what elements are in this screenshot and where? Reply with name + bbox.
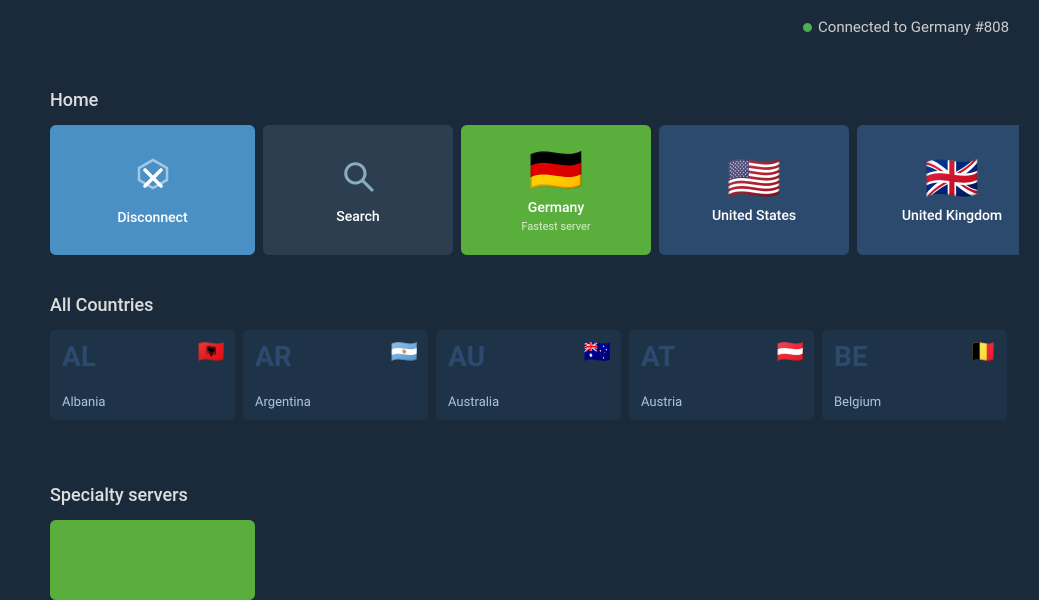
australia-code: AU	[448, 340, 485, 373]
home-section: Home Disconnect Search	[50, 90, 1019, 255]
specialty-section: Specialty servers	[50, 485, 1019, 600]
disconnect-icon	[129, 154, 177, 202]
specialty-card[interactable]	[50, 520, 255, 600]
belgium-flag: 🇧🇪	[970, 340, 997, 365]
home-cards: Disconnect Search 🇩🇪 Germany Fastest ser…	[50, 125, 1019, 255]
country-card-australia[interactable]: AU 🇦🇺 Australia	[436, 330, 621, 420]
connection-status: Connected to Germany #808	[803, 18, 1009, 36]
austria-flag: 🇦🇹	[777, 340, 804, 365]
country-card-argentina[interactable]: AR 🇦🇷 Argentina	[243, 330, 428, 420]
country-cards: AL 🇦🇱 Albania AR 🇦🇷 Argentina AU 🇦🇺 Aust…	[50, 330, 1019, 420]
uk-label: United Kingdom	[902, 208, 1002, 224]
us-label: United States	[712, 208, 796, 224]
belgium-name: Belgium	[834, 395, 995, 410]
argentina-flag: 🇦🇷	[391, 340, 418, 365]
germany-label: Germany	[528, 200, 584, 216]
country-card-austria[interactable]: AT 🇦🇹 Austria	[629, 330, 814, 420]
belgium-code: BE	[834, 340, 868, 373]
search-card[interactable]: Search	[263, 125, 453, 255]
argentina-name: Argentina	[255, 395, 416, 410]
countries-section: All Countries AL 🇦🇱 Albania AR 🇦🇷 Argent…	[50, 295, 1019, 420]
uk-card[interactable]: 🇬🇧 United Kingdom	[857, 125, 1019, 255]
disconnect-card[interactable]: Disconnect	[50, 125, 255, 255]
specialty-section-title: Specialty servers	[50, 485, 1019, 506]
status-dot	[803, 23, 812, 32]
argentina-code: AR	[255, 340, 292, 373]
us-flag: 🇺🇸	[727, 156, 782, 200]
germany-sublabel: Fastest server	[521, 220, 590, 233]
countries-section-title: All Countries	[50, 295, 1019, 316]
germany-flag: 🇩🇪	[529, 148, 584, 192]
austria-name: Austria	[641, 395, 802, 410]
germany-card[interactable]: 🇩🇪 Germany Fastest server	[461, 125, 651, 255]
albania-flag: 🇦🇱	[198, 340, 225, 365]
austria-code: AT	[641, 340, 675, 373]
search-label: Search	[336, 209, 379, 225]
country-card-albania[interactable]: AL 🇦🇱 Albania	[50, 330, 235, 420]
albania-code: AL	[62, 340, 96, 373]
albania-name: Albania	[62, 395, 223, 410]
australia-name: Australia	[448, 395, 609, 410]
uk-flag: 🇬🇧	[925, 156, 980, 200]
status-text: Connected to Germany #808	[818, 18, 1009, 36]
home-section-title: Home	[50, 90, 1019, 111]
us-card[interactable]: 🇺🇸 United States	[659, 125, 849, 255]
disconnect-label: Disconnect	[117, 210, 187, 226]
search-icon	[337, 155, 379, 201]
country-card-belgium[interactable]: BE 🇧🇪 Belgium	[822, 330, 1007, 420]
australia-flag: 🇦🇺	[584, 340, 611, 365]
